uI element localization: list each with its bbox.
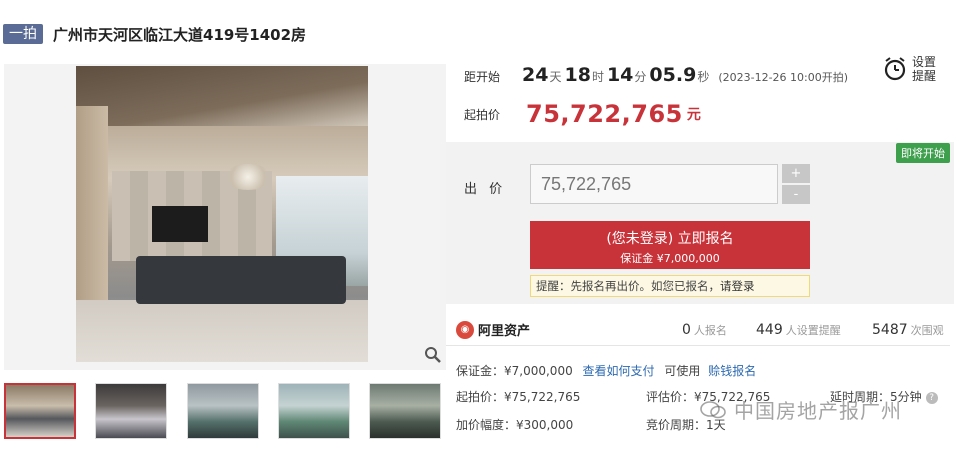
reminder-line1: 设置 [912,55,937,69]
deposit-text: 保证金：¥7,000,000 [456,364,573,378]
status-badge: 即将开始 [896,143,950,163]
watermark-text: 中国房地产报广州 [734,399,902,423]
reminders-stat: 449 人设置提醒 [756,322,841,338]
increment-button[interactable]: + [782,164,810,183]
watermark: 中国房地产报广州 [700,395,902,424]
countdown: 距开始 24 天 18 时 14 分 05.9 秒 (2023-12-26 10… [464,64,848,86]
views-stat: 5487 次围观 [872,322,944,338]
help-icon[interactable]: ? [925,391,938,404]
login-tip: 提醒：先报名再出价。如您已报名，请登录 [530,275,810,297]
tip-text: 提醒：先报名再出价。如您已报名， [536,279,720,293]
reminder-line2: 提醒 [912,69,937,83]
minutes-unit: 分 [634,70,647,84]
reminders-count: 449 [756,322,783,338]
bid-amount-input[interactable]: 75,722,765 [530,164,778,204]
alarm-clock-icon [884,57,906,81]
bid-label: 出 价 [464,182,507,197]
signup-button-label: (您未登录) 立即报名 [606,231,734,247]
countdown-days: 24 [522,64,549,86]
thumbnail-4[interactable] [278,383,350,439]
page-header: 一拍 广州市天河区临江大道419号1402房 [3,22,306,46]
auction-info: 距开始 24 天 18 时 14 分 05.9 秒 (2023-12-26 10… [446,46,950,142]
increment-detail: 加价幅度：¥300,000 [456,418,574,432]
signup-button[interactable]: (您未登录) 立即报名 保证金 ¥7,000,000 [530,221,810,269]
views-count: 5487 [872,322,908,338]
living-room-image [76,66,368,362]
stats-bar: ◉ 阿里资产 0 人报名 449 人设置提醒 5487 次围观 [446,312,950,346]
thumbnail-3[interactable] [187,383,259,439]
zoom-icon[interactable] [422,344,444,366]
platform-logo: ◉ 阿里资产 [456,320,530,339]
set-reminder-button[interactable]: 设置 提醒 [882,52,940,86]
auction-page: 一拍 广州市天河区临江大道419号1402房 距开始 24 天 18 时 14 … [0,0,960,452]
auction-start-time: (2023-12-26 10:00开拍) [718,71,849,84]
countdown-seconds: 05.9 [649,64,697,86]
starting-price: 起拍价 75,722,765 元 [464,100,701,128]
signup-deposit-label: 保证金 ¥7,000,000 [620,252,720,265]
countdown-hours: 18 [564,64,591,86]
bid-panel: 即将开始 出 价 75,722,765 + - (您未登录) 立即报名 保证金 … [446,142,954,304]
decrement-button[interactable]: - [782,185,810,204]
start-price-detail: 起拍价：¥75,722,765 [456,390,581,404]
starting-price-unit: 元 [686,107,701,123]
credit-signup-link[interactable]: 赊钱报名 [708,364,756,378]
seconds-unit: 秒 [697,70,710,84]
page-title: 广州市天河区临江大道419号1402房 [53,25,307,44]
starting-price-value: 75,722,765 [526,100,683,128]
thumbnail-1[interactable] [4,383,76,439]
signups-count: 0 [682,322,691,338]
bid-stepper: + - [782,164,810,204]
ali-assets-icon: ◉ [456,320,474,339]
available-text: 可使用 [664,364,701,378]
how-to-pay-link[interactable]: 查看如何支付 [583,364,655,378]
signups-stat: 0 人报名 [682,322,727,338]
thumbnail-5[interactable] [369,383,441,439]
starting-price-label: 起拍价 [464,107,501,122]
hours-unit: 时 [591,70,604,84]
countdown-minutes: 14 [606,64,634,86]
login-link[interactable]: 请登录 [720,279,755,293]
auction-round-tag: 一拍 [3,24,43,44]
thumbnail-2[interactable] [95,383,167,439]
signups-label: 人报名 [693,324,727,337]
views-label: 次围观 [910,324,944,337]
reminders-label: 人设置提醒 [785,324,841,337]
deposit-row: 保证金：¥7,000,000 查看如何支付 可使用 赊钱报名 [456,362,756,379]
days-unit: 天 [549,70,562,84]
platform-name: 阿里资产 [478,324,531,339]
wechat-icon [700,400,726,418]
thumbnail-strip [4,383,446,441]
countdown-label: 距开始 [464,70,501,84]
main-photo[interactable] [4,64,446,370]
